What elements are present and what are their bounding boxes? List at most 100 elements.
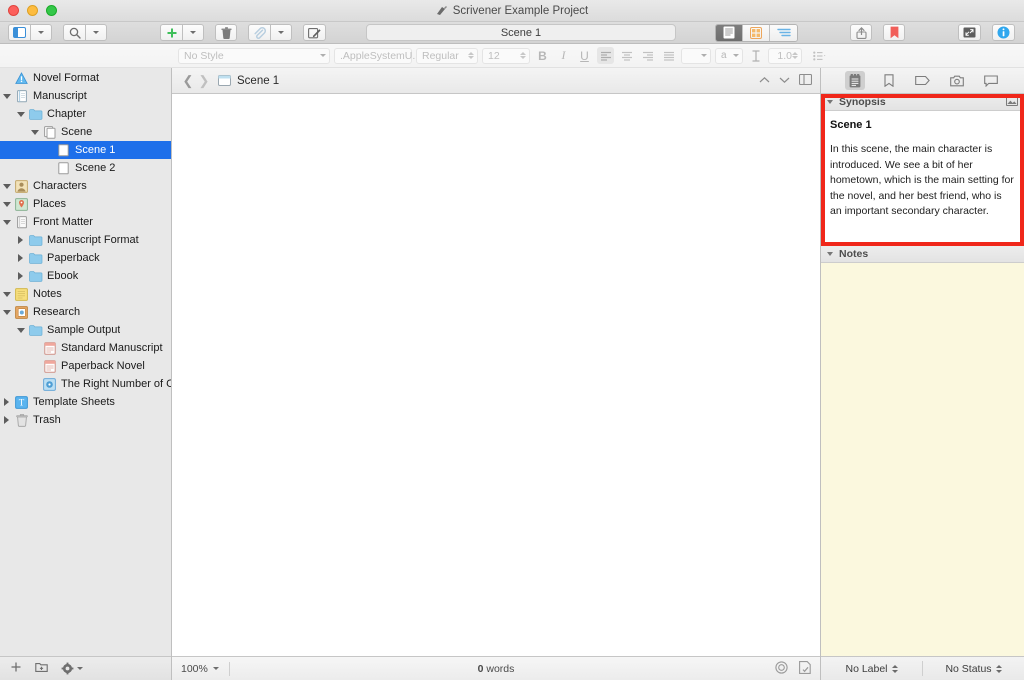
binder-item-research[interactable]: Research — [0, 303, 171, 321]
synopsis-image-toggle-button[interactable] — [1006, 95, 1018, 109]
scrivenings-icon — [723, 26, 735, 39]
add-button[interactable] — [160, 24, 182, 41]
binder-settings-button[interactable] — [61, 662, 83, 675]
editor-options-button[interactable] — [799, 660, 811, 677]
disclosure-triangle-open-icon[interactable] — [14, 111, 27, 117]
add-folder-button[interactable] — [35, 661, 48, 676]
view-binder-button[interactable] — [8, 24, 30, 41]
back-button[interactable]: ❮ — [180, 73, 196, 89]
disclosure-triangle-open-icon[interactable] — [28, 129, 41, 135]
notes-header[interactable]: Notes — [821, 246, 1024, 263]
disclosure-triangle-open-icon[interactable] — [0, 201, 13, 207]
disclosure-triangle-open-icon[interactable] — [0, 309, 13, 315]
zoom-control[interactable]: 100% — [181, 663, 219, 675]
document-title-field[interactable]: Scene 1 — [366, 24, 676, 41]
binder-item-scene-1[interactable]: Scene 1 — [0, 141, 171, 159]
disclosure-triangle-open-icon[interactable] — [0, 93, 13, 99]
binder-item-places[interactable]: Places — [0, 195, 171, 213]
share-button[interactable] — [850, 24, 872, 41]
stepper-icon — [995, 664, 1002, 673]
inspector-tab-notes[interactable] — [844, 71, 865, 90]
binder-item-the-right-number-of-cups[interactable]: The Right Number of Cups - — [0, 375, 171, 393]
editor-text-area[interactable] — [172, 94, 820, 656]
add-item-button[interactable] — [10, 661, 22, 676]
disclosure-triangle-open-icon[interactable] — [0, 219, 13, 225]
split-editor-button[interactable] — [798, 73, 813, 88]
synopsis-body[interactable]: Scene 1 In this scene, the main characte… — [821, 111, 1024, 246]
next-document-button[interactable] — [779, 75, 790, 87]
binder-item-chapter[interactable]: Chapter — [0, 105, 171, 123]
composition-mode-button[interactable] — [958, 24, 981, 41]
inspector-tab-bookmarks[interactable] — [879, 71, 899, 90]
binder-item-paperback[interactable]: Paperback — [0, 249, 171, 267]
binder-item-trash[interactable]: Trash — [0, 411, 171, 429]
compose-button[interactable] — [303, 24, 326, 41]
binder-item-manuscript-format[interactable]: Manuscript Format — [0, 231, 171, 249]
forward-button[interactable]: ❯ — [196, 73, 212, 89]
binder-item-sample-output[interactable]: Sample Output — [0, 321, 171, 339]
highlight-select[interactable]: a — [715, 47, 743, 64]
view-mode-corkboard[interactable] — [743, 24, 770, 41]
align-center-button[interactable] — [618, 47, 635, 64]
add-menu-button[interactable] — [182, 24, 204, 41]
binder-item-characters[interactable]: Characters — [0, 177, 171, 195]
list-select[interactable] — [806, 47, 832, 64]
compose-icon — [308, 27, 321, 38]
attach-menu-button[interactable] — [270, 24, 292, 41]
italic-button[interactable]: I — [555, 47, 572, 64]
label-selector[interactable]: No Label — [821, 663, 922, 675]
disclosure-triangle-closed-icon[interactable] — [0, 398, 13, 406]
disclosure-triangle-closed-icon[interactable] — [0, 416, 13, 424]
binder-item-paperback-novel[interactable]: Paperback Novel — [0, 357, 171, 375]
trash-button[interactable] — [215, 24, 237, 41]
binder-item-notes[interactable]: Notes — [0, 285, 171, 303]
binder-item-ebook[interactable]: Ebook — [0, 267, 171, 285]
zoom-button[interactable] — [46, 5, 57, 16]
writing-target-button[interactable] — [775, 660, 788, 677]
underline-button[interactable]: U — [576, 47, 593, 64]
inspector-tab-comments[interactable] — [981, 71, 1001, 90]
line-spacing-select[interactable]: 1.0 — [768, 47, 802, 64]
synopsis-header[interactable]: Synopsis — [821, 94, 1024, 111]
binder-item-scene-2[interactable]: Scene 2 — [0, 159, 171, 177]
word-count-number: 0 — [477, 662, 484, 675]
view-binder-menu-button[interactable] — [30, 24, 52, 41]
paragraph-style-select[interactable]: No Style — [178, 47, 330, 64]
disclosure-triangle-closed-icon[interactable] — [14, 236, 27, 244]
binder-tree[interactable]: Novel Format Manuscript Chapter Scene Scene … — [0, 68, 171, 656]
view-mode-scrivenings[interactable] — [716, 24, 743, 41]
bold-button[interactable]: B — [534, 47, 551, 64]
inspector-toggle-button[interactable] — [992, 24, 1015, 41]
inspector-tab-snapshots[interactable] — [947, 71, 967, 90]
disclosure-triangle-open-icon[interactable] — [0, 291, 13, 297]
disclosure-triangle-open-icon[interactable] — [0, 183, 13, 189]
align-justify-button[interactable] — [660, 47, 677, 64]
view-mode-outliner[interactable] — [770, 24, 797, 41]
binder-item-manuscript[interactable]: Manuscript — [0, 87, 171, 105]
attach-button[interactable] — [248, 24, 270, 41]
minimize-button[interactable] — [27, 5, 38, 16]
align-right-button[interactable] — [639, 47, 656, 64]
binder-item-novel-format[interactable]: Novel Format — [0, 69, 171, 87]
disclosure-triangle-open-icon[interactable] — [14, 327, 27, 333]
bookmark-button[interactable] — [883, 24, 905, 41]
binder-item-template-sheets[interactable]: T Template Sheets — [0, 393, 171, 411]
text-color-select[interactable] — [681, 47, 711, 64]
close-button[interactable] — [8, 5, 19, 16]
disclosure-triangle-closed-icon[interactable] — [14, 272, 27, 280]
line-spacing-value: 1.0 — [777, 49, 792, 62]
binder-item-front-matter[interactable]: Front Matter — [0, 213, 171, 231]
binder-item-standard-manuscript[interactable]: Standard Manuscript — [0, 339, 171, 357]
font-size-select[interactable]: 12 — [482, 47, 530, 64]
binder-item-scene[interactable]: Scene — [0, 123, 171, 141]
inspector-tab-metadata[interactable] — [913, 71, 933, 90]
search-menu-button[interactable] — [85, 24, 107, 41]
align-left-button[interactable] — [597, 47, 614, 64]
font-weight-select[interactable]: Regular — [416, 47, 478, 64]
previous-document-button[interactable] — [759, 75, 770, 87]
disclosure-triangle-closed-icon[interactable] — [14, 254, 27, 262]
notes-text-area[interactable] — [821, 263, 1024, 656]
status-selector[interactable]: No Status — [923, 663, 1024, 675]
search-button[interactable] — [63, 24, 85, 41]
font-family-select[interactable]: .AppleSystemU... — [334, 47, 428, 64]
